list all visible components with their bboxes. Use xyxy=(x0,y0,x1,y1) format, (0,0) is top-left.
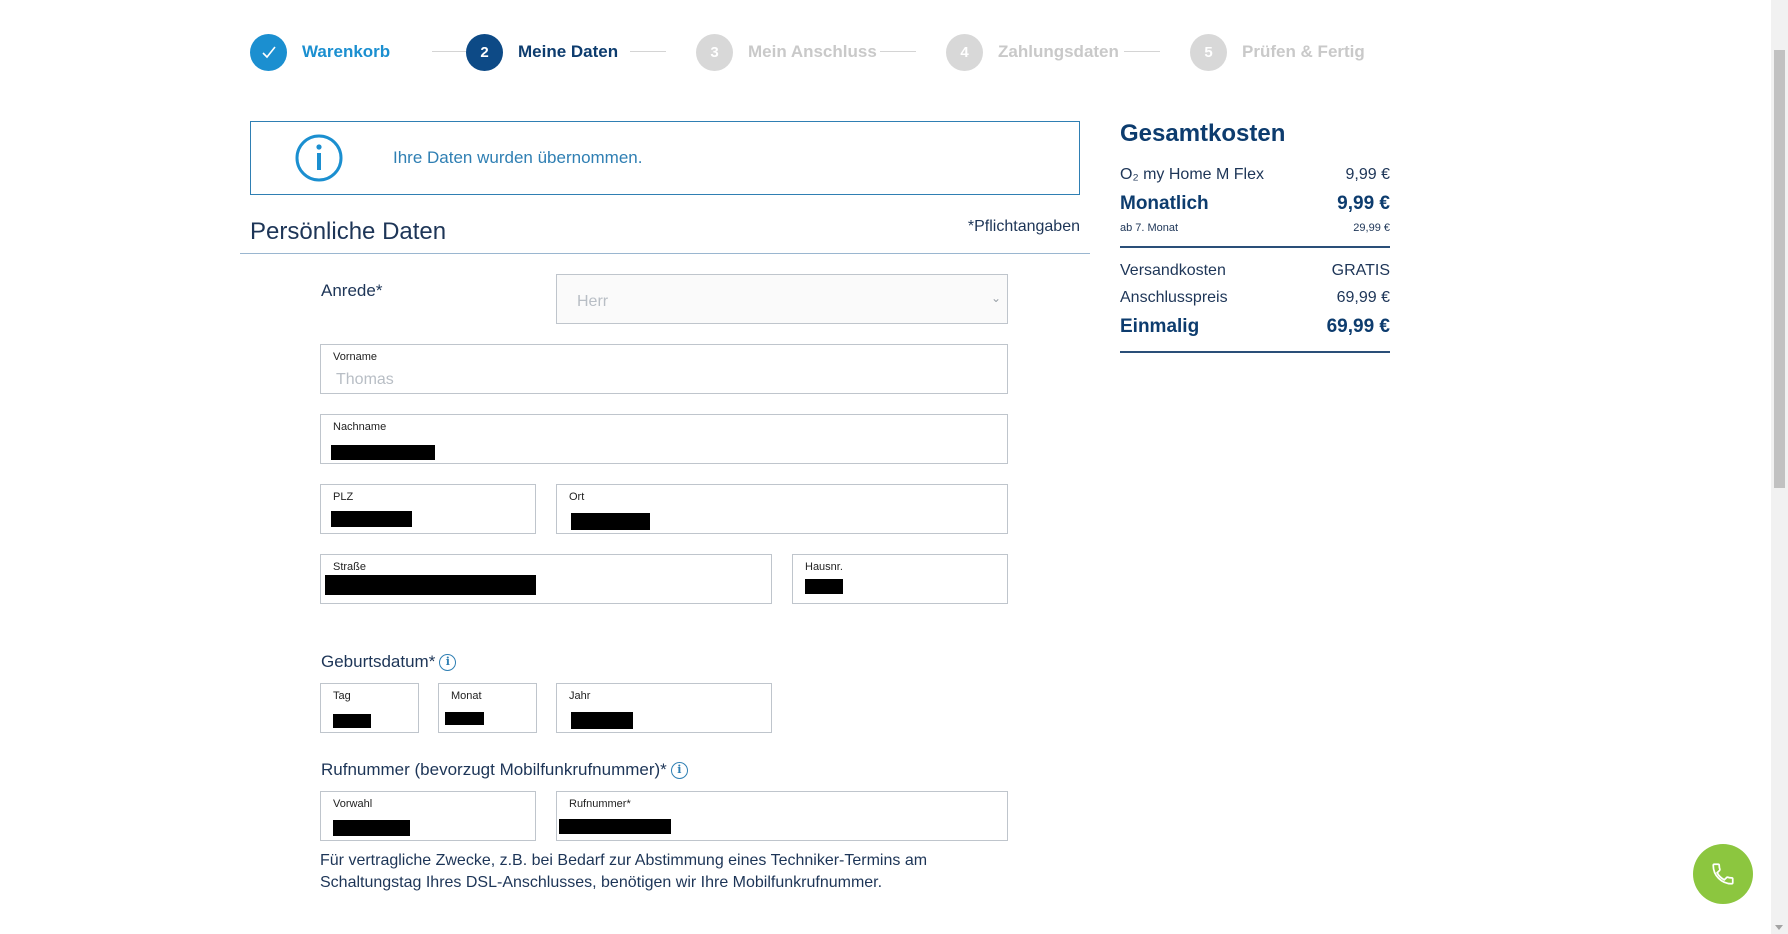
tag-label: Tag xyxy=(333,690,351,702)
cost-row-shipping: Versandkosten GRATIS xyxy=(1120,262,1390,289)
monthly-price: 9,99 € xyxy=(1337,193,1390,214)
page-scrollbar[interactable] xyxy=(1771,0,1788,934)
once-price: 69,99 € xyxy=(1326,316,1390,337)
monthly-label: Monatlich xyxy=(1120,193,1209,214)
step-mein-anschluss: 3 Mein Anschluss xyxy=(696,32,877,72)
step-divider xyxy=(630,51,666,52)
shipping-price: GRATIS xyxy=(1331,262,1390,279)
step-label: Zahlungsdaten xyxy=(998,42,1119,61)
call-button[interactable] xyxy=(1693,844,1753,904)
cost-row-product: O₂ my Home M Flex 9,99 € xyxy=(1120,166,1390,193)
step-label: Mein Anschluss xyxy=(748,42,877,61)
divider xyxy=(1120,351,1390,353)
step-number: 3 xyxy=(696,33,733,71)
step-pruefen-fertig: 5 Prüfen & Fertig xyxy=(1190,32,1365,72)
rufnummer-field[interactable]: Rufnummer* xyxy=(556,791,1008,841)
vorname-value: Thomas xyxy=(336,371,394,388)
monat-label: Monat xyxy=(451,690,482,702)
connection-label: Anschlusspreis xyxy=(1120,289,1228,306)
step-zahlungsdaten: 4 Zahlungsdaten xyxy=(946,32,1119,72)
vorname-field[interactable]: Vorname Thomas xyxy=(320,344,1008,394)
step-number: 4 xyxy=(946,33,983,71)
geburtsjahr-field[interactable]: Jahr xyxy=(556,683,772,733)
strasse-field[interactable]: Straße xyxy=(320,554,772,604)
scrollbar-thumb[interactable] xyxy=(1774,50,1785,488)
after-label: ab 7. Monat xyxy=(1120,222,1179,234)
rufnummer-help-text: Für vertragliche Zwecke, z.B. bei Bedarf… xyxy=(320,852,928,891)
info-icon[interactable]: i xyxy=(439,654,457,672)
step-label: Meine Daten xyxy=(518,42,619,61)
geburtsmonat-field[interactable]: Monat xyxy=(438,683,537,733)
chevron-down-icon: ⌄ xyxy=(990,291,1001,305)
geburtstag-field[interactable]: Tag xyxy=(320,683,419,733)
redacted-value xyxy=(333,820,410,836)
ort-field[interactable]: Ort xyxy=(556,484,1008,534)
section-header: Persönliche Daten *Pflichtangaben xyxy=(240,214,1090,254)
ort-label: Ort xyxy=(569,491,585,503)
hausnr-field[interactable]: Hausnr. xyxy=(792,554,1008,604)
redacted-value xyxy=(571,513,650,530)
nachname-label: Nachname xyxy=(333,421,387,433)
anrede-label: Anrede* xyxy=(321,281,383,300)
anrede-value: Herr xyxy=(577,293,609,310)
vorwahl-label: Vorwahl xyxy=(333,798,373,810)
step-warenkorb[interactable]: Warenkorb xyxy=(250,32,390,72)
redacted-value xyxy=(805,579,843,594)
plz-label: PLZ xyxy=(333,491,354,503)
cost-title: Gesamtkosten xyxy=(1120,120,1286,147)
phone-icon xyxy=(1712,863,1734,885)
nachname-field[interactable]: Nachname xyxy=(320,414,1008,464)
plz-field[interactable]: PLZ xyxy=(320,484,536,534)
divider xyxy=(1120,246,1390,248)
step-number: 5 xyxy=(1190,33,1227,71)
product-price: 9,99 € xyxy=(1345,166,1390,183)
once-label: Einmalig xyxy=(1120,316,1200,337)
cost-summary: Gesamtkosten O₂ my Home M Flex 9,99 € Mo… xyxy=(1120,120,1390,353)
step-number: 2 xyxy=(466,33,503,71)
redacted-value xyxy=(571,712,633,729)
anrede-select[interactable]: Herr ⌄ xyxy=(556,274,1008,324)
redacted-value xyxy=(331,511,412,527)
cost-row-monthly: Monatlich 9,99 € xyxy=(1120,193,1390,222)
info-icon[interactable]: i xyxy=(670,762,688,780)
step-label: Warenkorb xyxy=(302,42,391,61)
hausnr-label: Hausnr. xyxy=(805,561,843,573)
jahr-label: Jahr xyxy=(569,690,591,702)
info-icon xyxy=(295,134,343,182)
product-name: O₂ my Home M Flex xyxy=(1120,166,1264,183)
step-divider xyxy=(432,51,468,52)
shipping-label: Versandkosten xyxy=(1120,262,1226,279)
strasse-label: Straße xyxy=(333,561,367,573)
redacted-value xyxy=(445,712,484,725)
info-banner-text: Ihre Daten wurden übernommen. xyxy=(393,148,643,167)
redacted-value xyxy=(333,714,371,728)
geburtsdatum-label: Geburtsdatum* i xyxy=(321,652,457,672)
info-banner: Ihre Daten wurden übernommen. xyxy=(250,121,1080,195)
redacted-value xyxy=(559,819,671,834)
section-title: Persönliche Daten xyxy=(250,218,447,245)
rufnummer-label: Rufnummer (bevorzugt Mobilfunkrufnummer)… xyxy=(321,760,688,780)
connection-price: 69,99 € xyxy=(1336,289,1390,306)
geburtsdatum-text: Geburtsdatum* xyxy=(321,652,436,671)
vorwahl-field[interactable]: Vorwahl xyxy=(320,791,536,841)
redacted-value xyxy=(331,445,435,460)
redacted-value xyxy=(325,575,536,595)
check-icon xyxy=(250,33,287,71)
cost-row-connection: Anschlusspreis 69,99 € xyxy=(1120,289,1390,316)
step-divider xyxy=(1124,51,1160,52)
cost-row-once: Einmalig 69,99 € xyxy=(1120,316,1390,345)
step-meine-daten: 2 Meine Daten xyxy=(466,32,618,72)
step-label: Prüfen & Fertig xyxy=(1242,42,1365,61)
required-note: *Pflichtangaben xyxy=(967,218,1080,235)
scroll-down-arrow-icon[interactable] xyxy=(1775,925,1783,930)
rufnummer-field-label: Rufnummer* xyxy=(569,798,631,810)
rufnummer-text: Rufnummer (bevorzugt Mobilfunkrufnummer)… xyxy=(321,760,667,779)
step-divider xyxy=(880,51,916,52)
vorname-label: Vorname xyxy=(333,351,378,363)
cost-row-after: ab 7. Monat 29,99 € xyxy=(1120,222,1390,242)
after-price: 29,99 € xyxy=(1353,222,1390,234)
